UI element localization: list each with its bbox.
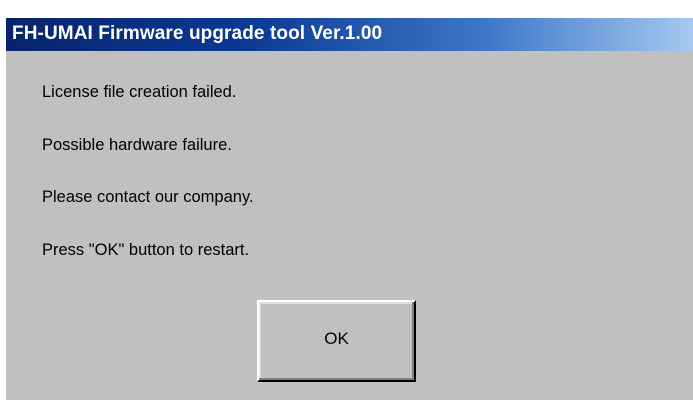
message-line: Please contact our company.: [42, 188, 254, 206]
message-line: License file creation failed.: [42, 83, 237, 101]
ok-button-label: OK: [324, 329, 349, 348]
message-line: Press "OK" button to restart.: [42, 241, 250, 259]
message-line: Possible hardware failure.: [42, 136, 232, 154]
dialog-window: FH-UMAI Firmware upgrade tool Ver.1.00 L…: [4, 16, 693, 400]
window-title: FH-UMAI Firmware upgrade tool Ver.1.00: [12, 23, 383, 44]
title-bar[interactable]: FH-UMAI Firmware upgrade tool Ver.1.00: [6, 18, 693, 51]
ok-button[interactable]: OK: [257, 300, 416, 382]
